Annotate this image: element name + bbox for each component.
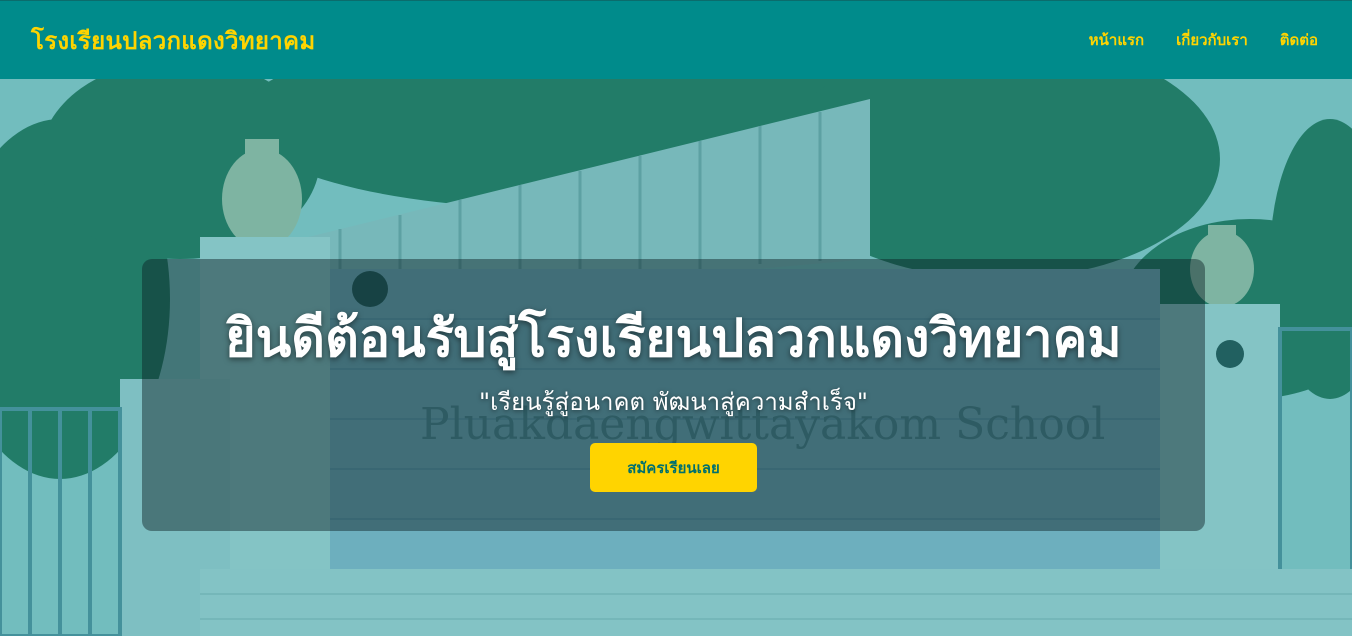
hero-subtitle: "เรียนรู้สู่อนาคต พัฒนาสู่ความสำเร็จ" <box>479 388 868 416</box>
site-brand[interactable]: โรงเรียนปลวกแดงวิทยาคม <box>31 21 316 60</box>
nav-home-link[interactable]: หน้าแรก <box>1089 28 1144 52</box>
apply-now-button[interactable]: สมัครเรียนเลย <box>590 443 757 492</box>
main-nav: หน้าแรก เกี่ยวกับเรา ติดต่อ <box>1089 28 1318 52</box>
hero-welcome-panel: ยินดีต้อนรับสู่โรงเรียนปลวกแดงวิทยาคม "เ… <box>142 259 1205 531</box>
hero-section: Pluakdaengwittayakom School ยินดีต้อนรับ… <box>0 79 1352 636</box>
hero-title: ยินดีต้อนรับสู่โรงเรียนปลวกแดงวิทยาคม <box>225 309 1122 369</box>
page: โรงเรียนปลวกแดงวิทยาคม หน้าแรก เกี่ยวกับ… <box>0 0 1352 636</box>
nav-contact-link[interactable]: ติดต่อ <box>1280 28 1318 52</box>
nav-about-link[interactable]: เกี่ยวกับเรา <box>1176 28 1248 52</box>
site-header: โรงเรียนปลวกแดงวิทยาคม หน้าแรก เกี่ยวกับ… <box>0 0 1352 79</box>
